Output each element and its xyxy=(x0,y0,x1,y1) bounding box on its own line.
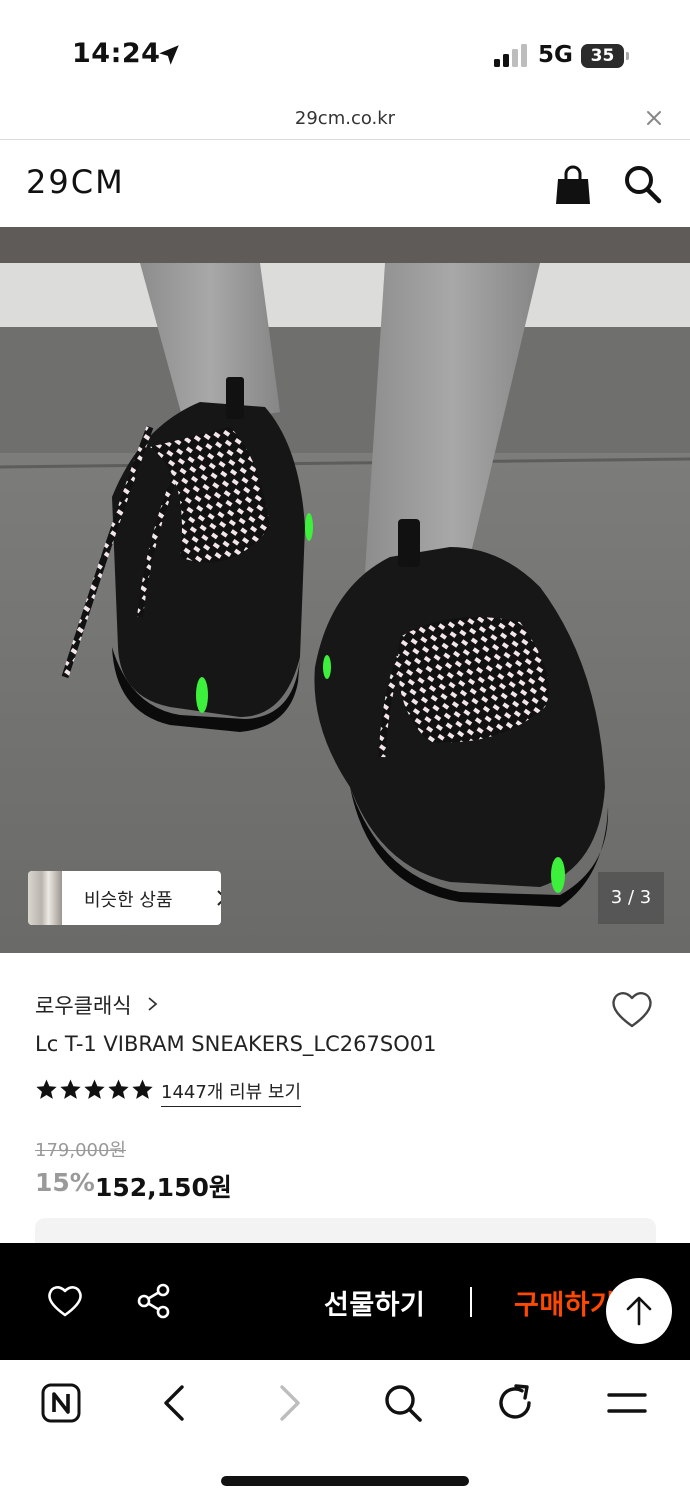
image-page-counter: 3 / 3 xyxy=(598,872,664,924)
product-photo xyxy=(0,227,690,953)
star-icon xyxy=(84,1079,105,1099)
chevron-right-icon[interactable] xyxy=(146,995,160,1013)
status-time: 14:24 xyxy=(72,38,161,69)
heart-icon[interactable] xyxy=(46,1283,84,1319)
review-link[interactable]: 1447개 리뷰 보기 xyxy=(161,1078,302,1107)
star-icon xyxy=(36,1079,57,1099)
star-icon xyxy=(132,1079,153,1099)
share-icon[interactable] xyxy=(136,1283,172,1319)
reload-icon[interactable] xyxy=(494,1382,536,1424)
url-text[interactable]: 29cm.co.kr xyxy=(0,108,690,129)
rating-stars xyxy=(35,1078,154,1102)
divider xyxy=(470,1287,472,1317)
home-indicator xyxy=(221,1476,469,1486)
cellular-signal-icon xyxy=(494,44,527,67)
location-arrow-icon xyxy=(159,45,179,65)
purchase-bar: 선물하기 구매하기 xyxy=(0,1243,690,1360)
scroll-to-top-button[interactable] xyxy=(606,1278,672,1344)
buy-button[interactable]: 구매하기 xyxy=(514,1283,614,1322)
arrow-up-icon xyxy=(626,1296,652,1326)
sale-price: 152,150원 xyxy=(95,1173,232,1202)
status-bar: 14:24 5G 35 xyxy=(0,0,690,100)
brand-link[interactable]: 로우클래식 xyxy=(35,990,132,1020)
search-icon[interactable] xyxy=(382,1382,424,1424)
network-type: 5G xyxy=(538,42,573,68)
address-bar[interactable]: 29cm.co.kr xyxy=(0,100,690,140)
site-header: 29CM xyxy=(0,141,690,227)
discount-rate: 15% xyxy=(35,1168,95,1197)
battery-level: 35 xyxy=(581,44,624,68)
shopping-bag-icon[interactable] xyxy=(554,165,592,205)
browser-toolbar xyxy=(0,1360,690,1500)
search-icon[interactable] xyxy=(622,163,662,205)
close-icon[interactable] xyxy=(642,106,666,130)
menu-icon[interactable] xyxy=(606,1382,648,1424)
back-icon[interactable] xyxy=(154,1382,196,1424)
forward-icon[interactable] xyxy=(268,1382,310,1424)
heart-icon[interactable] xyxy=(609,988,655,1030)
gift-button[interactable]: 선물하기 xyxy=(324,1283,425,1322)
original-price: 179,000원 xyxy=(35,1140,126,1161)
site-logo[interactable]: 29CM xyxy=(26,163,125,201)
product-name: Lc T-1 VIBRAM SNEAKERS_LC267SO01 xyxy=(35,1032,437,1056)
similar-product-thumbnail xyxy=(28,871,62,925)
star-icon xyxy=(108,1079,129,1099)
similar-products-label: 비슷한 상품 xyxy=(84,890,173,911)
battery-icon: 35 xyxy=(581,44,629,68)
chevron-right-icon xyxy=(217,890,221,906)
product-image-gallery[interactable]: 비슷한 상품 3 / 3 xyxy=(0,227,690,953)
similar-products-button[interactable]: 비슷한 상품 xyxy=(28,871,221,925)
star-icon xyxy=(60,1079,81,1099)
naver-n-icon[interactable] xyxy=(40,1382,82,1424)
